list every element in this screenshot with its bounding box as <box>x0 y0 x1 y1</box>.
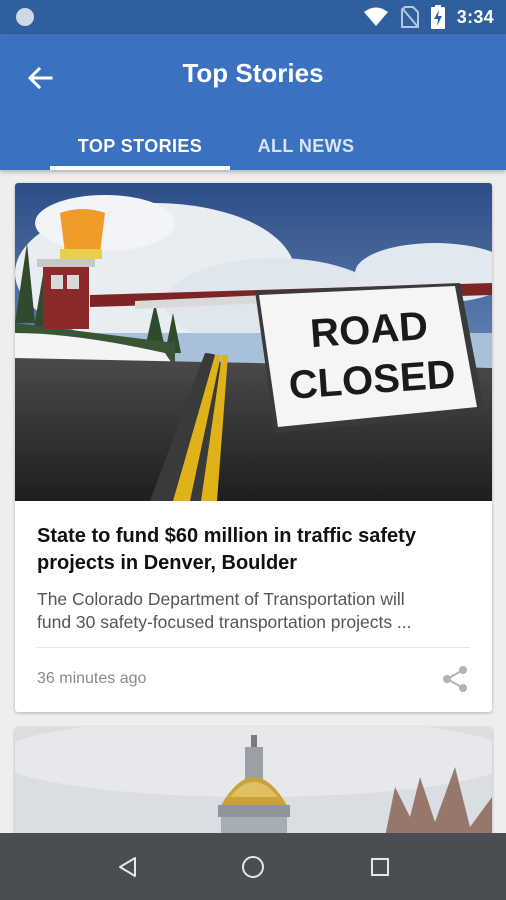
divider <box>37 647 470 648</box>
tab-all-news[interactable]: ALL NEWS <box>222 122 390 170</box>
tab-top-stories[interactable]: TOP STORIES <box>50 122 230 170</box>
nav-recents-button[interactable] <box>362 849 398 885</box>
tab-bar: TOP STORIES ALL NEWS <box>0 122 506 170</box>
story-summary-line: The Colorado Department of Transportatio… <box>37 589 405 609</box>
app-bar: Top Stories TOP STORIES ALL NEWS <box>0 34 506 170</box>
sign-text-line-1: ROAD <box>309 304 430 356</box>
story-headline[interactable]: State to fund $60 million in traffic saf… <box>37 523 470 577</box>
story-summary: The Colorado Department of Transportatio… <box>37 588 470 634</box>
share-button[interactable] <box>440 664 470 694</box>
no-sim-icon <box>400 6 419 28</box>
status-icons: 3:34 <box>363 5 494 29</box>
tab-indicator <box>50 166 230 170</box>
nav-home-button[interactable] <box>235 849 271 885</box>
status-bar: 3:34 <box>0 0 506 34</box>
triangle-back-icon <box>119 857 136 877</box>
story-summary-line: fund 30 safety-focused transportation pr… <box>37 612 412 632</box>
story-image[interactable]: ROAD CLOSED <box>15 183 492 501</box>
notification-icon <box>16 8 34 26</box>
circle-home-icon <box>242 856 264 878</box>
story-card[interactable]: ROAD CLOSED State to fund $60 million in… <box>15 183 492 712</box>
square-recents-icon <box>371 858 389 876</box>
page-title: Top Stories <box>182 58 324 88</box>
story-timestamp: 36 minutes ago <box>37 670 147 687</box>
share-icon <box>443 666 467 692</box>
wifi-icon <box>363 7 388 26</box>
clock: 3:34 <box>456 6 494 27</box>
system-nav-bar <box>0 833 506 900</box>
battery-charging-icon <box>430 5 445 29</box>
nav-back-button[interactable] <box>110 849 146 885</box>
